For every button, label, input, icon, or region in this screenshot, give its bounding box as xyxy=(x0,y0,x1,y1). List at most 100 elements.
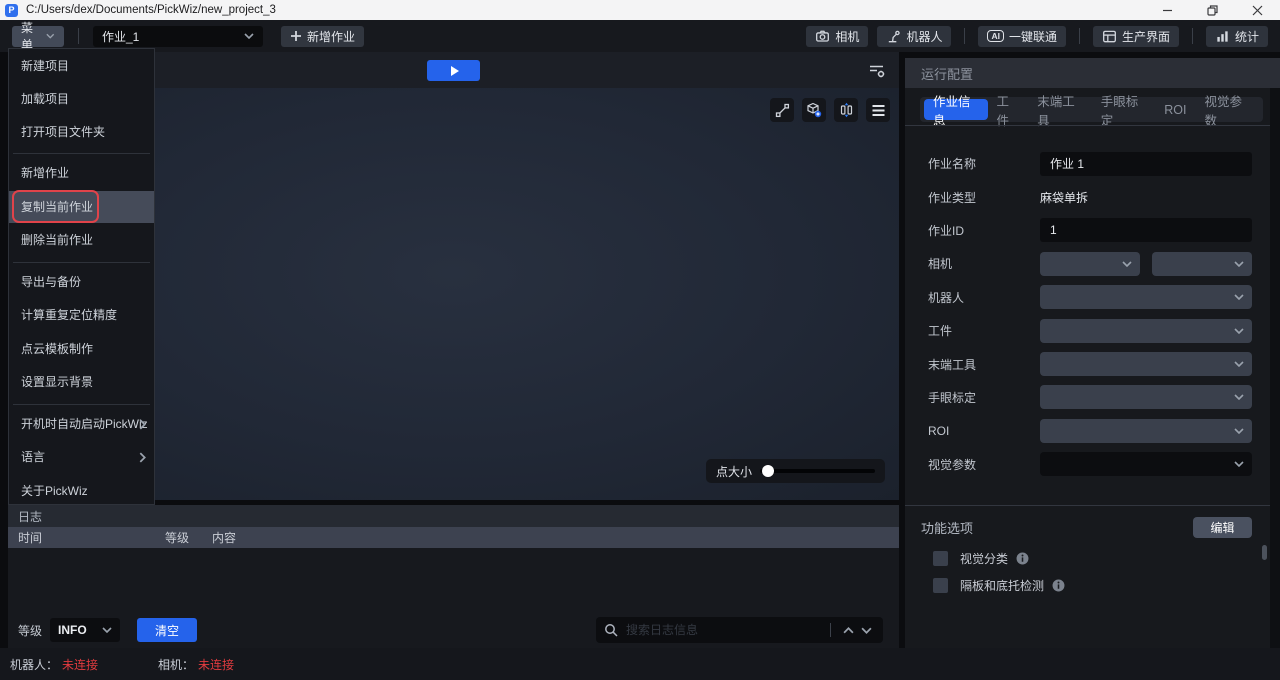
tab-hand-eye[interactable]: 手眼标定 xyxy=(1092,99,1156,120)
log-search-box xyxy=(596,617,883,643)
cube-add-icon xyxy=(806,102,822,118)
log-search-input[interactable] xyxy=(626,623,822,637)
point-size-slider[interactable]: 点大小 xyxy=(706,459,885,483)
toolbar-divider xyxy=(1079,28,1080,44)
form-row: 作业ID xyxy=(928,214,1252,247)
search-next-button[interactable] xyxy=(857,627,875,634)
minimize-button[interactable] xyxy=(1145,0,1190,20)
menu-item-new-project[interactable]: 新建项目 xyxy=(9,53,154,79)
form-row: 工件 xyxy=(928,314,1252,347)
job-name-input[interactable] xyxy=(1040,152,1252,176)
tab-vision-params[interactable]: 视觉参数 xyxy=(1196,99,1260,120)
search-prev-button[interactable] xyxy=(839,627,857,634)
roi-select[interactable] xyxy=(1040,419,1252,443)
menu-item-delete-current-job[interactable]: 删除当前作业 xyxy=(9,227,154,253)
list-gear-icon xyxy=(868,63,886,79)
chevron-down-icon xyxy=(1234,361,1244,367)
function-options-title: 功能选项 xyxy=(921,517,973,538)
camera-button-label: 相机 xyxy=(835,28,859,45)
camera-icon xyxy=(815,29,830,44)
statistics-label: 统计 xyxy=(1235,28,1259,45)
tab-workpiece[interactable]: 工件 xyxy=(988,99,1029,120)
slider-track[interactable] xyxy=(760,469,875,473)
statistics-button[interactable]: 统计 xyxy=(1206,26,1268,47)
job-name-label: 作业名称 xyxy=(928,155,1040,172)
edit-button[interactable]: 编辑 xyxy=(1193,517,1252,538)
add-model-button[interactable] xyxy=(802,98,826,122)
job-select[interactable]: 作业_1 xyxy=(93,26,263,47)
panel-divider xyxy=(905,125,1270,126)
vision-classify-checkbox[interactable] xyxy=(933,551,948,566)
chevron-right-icon xyxy=(139,452,146,463)
chevron-right-icon xyxy=(139,419,146,430)
menu-button[interactable]: 菜单 xyxy=(12,26,64,47)
vision-classify-label: 视觉分类 xyxy=(960,550,1008,567)
add-job-label: 新增作业 xyxy=(307,28,355,45)
chevron-down-icon xyxy=(1234,394,1244,400)
hamburger-menu-icon xyxy=(871,104,886,117)
camera-select-2[interactable] xyxy=(1152,252,1252,276)
level-filter-select[interactable]: INFO xyxy=(50,618,120,642)
menu-item-export-backup[interactable]: 导出与备份 xyxy=(9,269,154,295)
form-row: 相机 xyxy=(928,247,1252,280)
status-bar: 机器人： 未连接 相机： 未连接 xyxy=(0,648,1280,680)
camera-select-1[interactable] xyxy=(1040,252,1140,276)
menu-item-repeat-accuracy[interactable]: 计算重复定位精度 xyxy=(9,302,154,328)
clipping-button[interactable] xyxy=(834,98,858,122)
production-ui-label: 生产界面 xyxy=(1122,28,1170,45)
camera-button[interactable]: 相机 xyxy=(806,26,868,47)
chevron-down-icon xyxy=(1234,461,1244,467)
run-button[interactable] xyxy=(427,60,480,81)
menu-item-about-pickwiz[interactable]: 关于PickWiz xyxy=(9,478,154,504)
tab-job-info[interactable]: 作业信息 xyxy=(924,99,988,120)
vision-params-select[interactable] xyxy=(1040,452,1252,476)
job-id-input[interactable] xyxy=(1040,218,1252,242)
hand-eye-select[interactable] xyxy=(1040,385,1252,409)
config-tabs: 作业信息 工件 末端工具 手眼标定 ROI 视觉参数 xyxy=(920,97,1263,122)
close-button[interactable] xyxy=(1235,0,1280,20)
column-level: 等级 xyxy=(165,529,212,546)
workpiece-select[interactable] xyxy=(1040,319,1252,343)
window-title: C:/Users/dex/Documents/PickWiz/new_proje… xyxy=(26,4,276,16)
viewport-menu-button[interactable] xyxy=(866,98,890,122)
measure-distance-button[interactable] xyxy=(770,98,794,122)
menu-item-add-job[interactable]: 新增作业 xyxy=(9,160,154,186)
add-job-button[interactable]: 新增作业 xyxy=(281,26,364,47)
chevron-down-icon xyxy=(861,627,872,634)
menu-item-autostart[interactable]: 开机时自动启动PickWiz xyxy=(9,411,154,437)
ai-icon: AI xyxy=(987,30,1004,43)
partition-detect-checkbox[interactable] xyxy=(933,578,948,593)
workpiece-select-label: 工件 xyxy=(928,322,1040,339)
robot-select[interactable] xyxy=(1040,285,1252,309)
menu-item-pointcloud-template[interactable]: 点云模板制作 xyxy=(9,336,154,362)
robot-button[interactable]: 机器人 xyxy=(877,26,951,47)
slider-thumb[interactable] xyxy=(762,465,774,477)
production-ui-button[interactable]: 生产界面 xyxy=(1093,26,1179,47)
scrollbar-thumb[interactable] xyxy=(1262,545,1267,560)
log-settings-button[interactable] xyxy=(865,60,889,81)
menu-item-load-project[interactable]: 加载项目 xyxy=(9,86,154,112)
form-row: 作业名称 xyxy=(928,147,1252,180)
menu-item-open-project-folder[interactable]: 打开项目文件夹 xyxy=(9,119,154,145)
play-icon xyxy=(451,66,459,76)
form-row: 作业类型 麻袋单拆 xyxy=(928,180,1252,213)
info-icon xyxy=(1052,579,1065,592)
tab-end-tool[interactable]: 末端工具 xyxy=(1028,99,1092,120)
tab-roi[interactable]: ROI xyxy=(1155,99,1195,120)
roi-select-label: ROI xyxy=(928,424,1040,438)
end-tool-select[interactable] xyxy=(1040,352,1252,376)
clear-log-button[interactable]: 清空 xyxy=(137,618,197,642)
form-row: 视觉参数 xyxy=(928,448,1252,481)
restore-button[interactable] xyxy=(1190,0,1235,20)
clipping-icon xyxy=(839,102,854,118)
menu-item-language[interactable]: 语言 xyxy=(9,444,154,470)
menu-divider xyxy=(13,262,150,263)
log-panel: 日志 时间 等级 内容 等级 INFO 清空 xyxy=(8,505,899,648)
log-table-header: 时间 等级 内容 xyxy=(8,527,899,548)
robot-button-label: 机器人 xyxy=(906,28,942,45)
log-panel-title: 日志 xyxy=(8,505,899,527)
chevron-down-icon xyxy=(1234,328,1244,334)
robot-status-value: 未连接 xyxy=(62,656,98,673)
one-key-connect-button[interactable]: AI 一键联通 xyxy=(978,26,1066,47)
menu-item-display-background[interactable]: 设置显示背景 xyxy=(9,369,154,395)
